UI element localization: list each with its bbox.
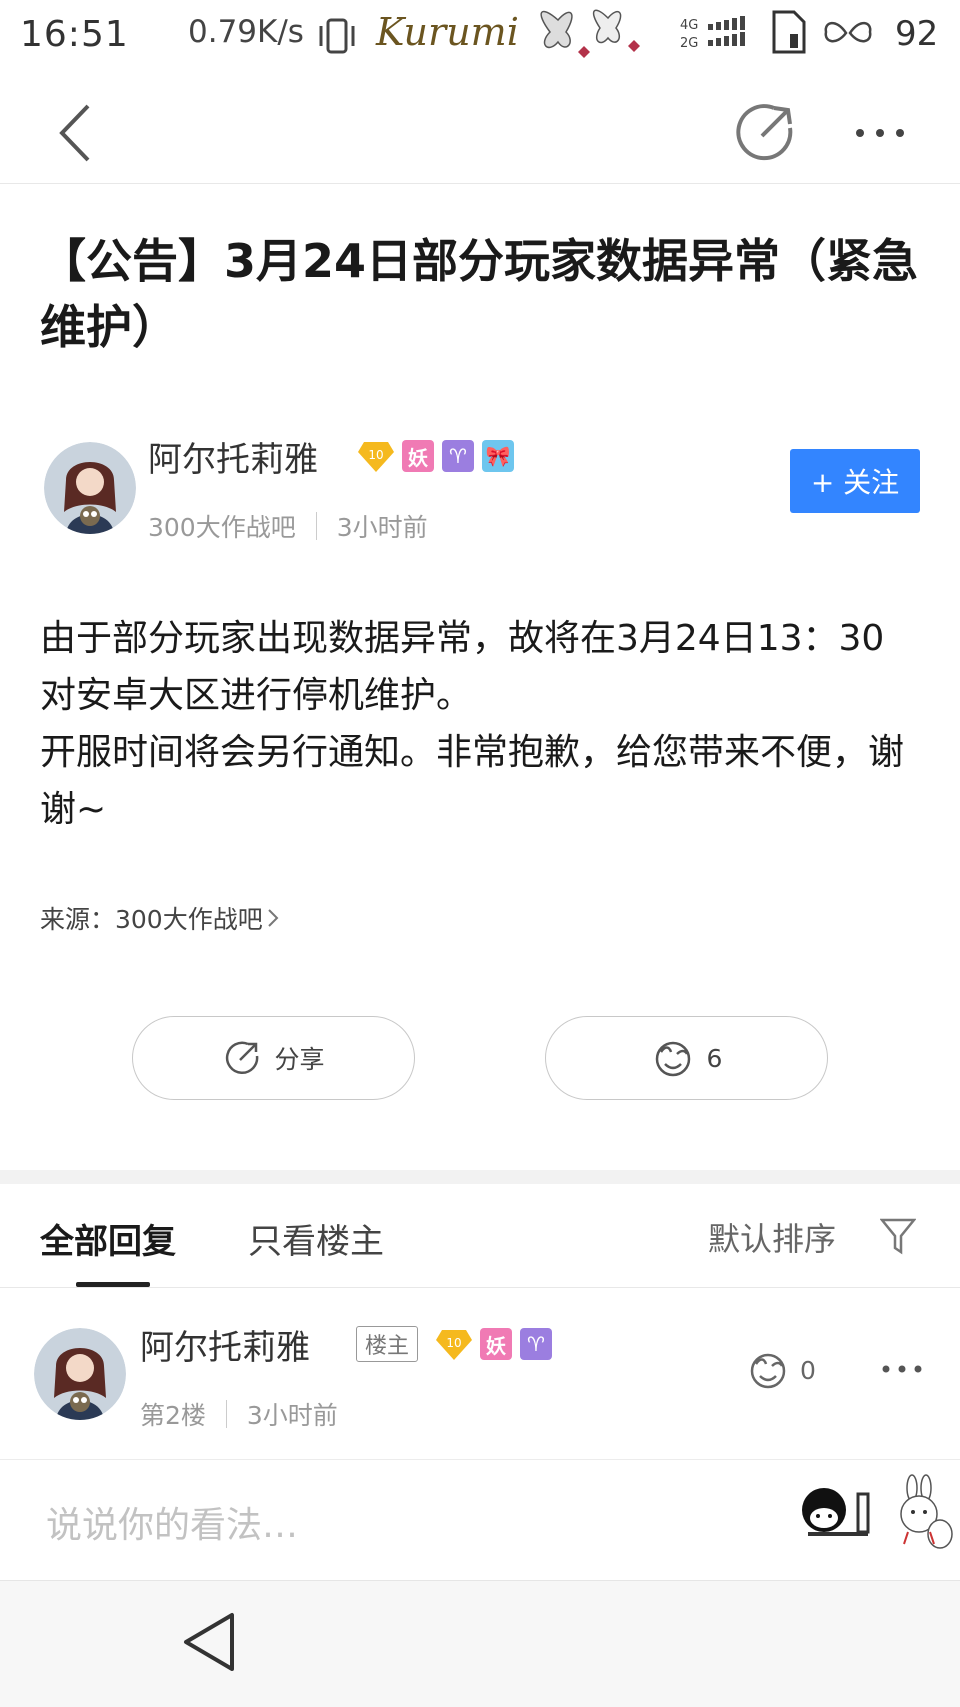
tab-all-replies[interactable]: 全部回复 xyxy=(40,1214,176,1263)
aries-badge: ♈ xyxy=(442,440,474,472)
thumbs-up-face-icon xyxy=(655,1041,690,1077)
post-title: 【公告】3月24日部分玩家数据异常（紧急维护） xyxy=(40,234,919,354)
reply-like-count: 0 xyxy=(800,1355,816,1385)
like-count: 6 xyxy=(706,1043,723,1073)
content-paragraph: 开服时间将会另行通知。非常抱歉，给您带来不便，谢谢~ xyxy=(40,732,905,830)
wings-icon xyxy=(822,18,874,52)
reply-author-name[interactable]: 阿尔托莉雅 xyxy=(140,1320,310,1369)
like-button[interactable]: 6 xyxy=(545,1016,828,1100)
signal-icon: 4G 2G xyxy=(680,14,760,58)
meta-divider xyxy=(225,1400,227,1428)
reply-badges: 楼主 10 妖 ♈ xyxy=(356,1326,553,1362)
reply-item: 阿尔托莉雅 楼主 10 妖 ♈ 第2楼 3小时前 0 xyxy=(0,1290,960,1460)
level-badge: 10 xyxy=(358,440,394,472)
aries-badge: ♈ xyxy=(520,1328,553,1360)
tab-op-only[interactable]: 只看楼主 xyxy=(248,1214,384,1263)
sim-icon xyxy=(770,10,806,58)
share-button[interactable]: 分享 xyxy=(132,1016,415,1100)
network-speed: 0.79K/s xyxy=(188,14,304,50)
network-bottom-label: 2G xyxy=(680,36,698,51)
status-time: 16:51 xyxy=(20,14,129,55)
share-icon[interactable] xyxy=(730,98,800,168)
system-navigation-bar xyxy=(0,1580,960,1707)
network-top-label: 4G xyxy=(680,18,698,33)
source-link[interactable]: 来源：300大作战吧 xyxy=(40,900,283,936)
brand-logo: Kurumi xyxy=(376,10,519,54)
reply-time: 3小时前 xyxy=(246,1401,338,1430)
comment-input[interactable]: 说说你的看法… xyxy=(46,1496,298,1548)
floor-number: 第2楼 xyxy=(140,1401,206,1430)
butterfly-icon xyxy=(530,2,660,72)
content-paragraph: 由于部分玩家出现数据异常，故将在3月24日13：30对安卓大区进行停机维护。 xyxy=(40,618,885,716)
follow-button[interactable]: + 关注 xyxy=(790,449,920,513)
top-navigation xyxy=(0,78,960,184)
battery-level: 92 xyxy=(895,14,939,54)
comment-bar: 说说你的看法… xyxy=(0,1460,960,1580)
bow-badge: 🎀 xyxy=(482,440,514,472)
more-options-icon[interactable] xyxy=(850,108,910,158)
yao-tag-badge: 妖 xyxy=(402,440,434,472)
sort-dropdown[interactable]: 默认排序 xyxy=(708,1214,836,1260)
level-number: 10 xyxy=(446,1336,461,1350)
author-meta: 300大作战吧 3小时前 xyxy=(148,508,428,544)
author-avatar[interactable] xyxy=(44,442,136,534)
back-icon[interactable] xyxy=(54,98,114,168)
reply-like-button[interactable]: 0 xyxy=(746,1350,816,1390)
status-bar: 16:51 0.79K/s Kurumi 4G 2G 92 xyxy=(0,0,960,78)
share-label: 分享 xyxy=(274,1045,325,1074)
post-content: 由于部分玩家出现数据异常，故将在3月24日13：30对安卓大区进行停机维护。 开… xyxy=(40,610,920,838)
meme-emoji-icon[interactable] xyxy=(798,1480,878,1554)
vibrate-icon xyxy=(316,16,358,60)
filter-icon[interactable] xyxy=(879,1216,917,1260)
forum-name[interactable]: 300大作战吧 xyxy=(148,508,296,544)
author-name[interactable]: 阿尔托莉雅 xyxy=(148,432,318,481)
yao-tag-badge: 妖 xyxy=(480,1328,513,1360)
rabbit-sticker-icon[interactable] xyxy=(890,1474,956,1558)
op-tag: 楼主 xyxy=(356,1326,419,1362)
section-divider xyxy=(0,1170,960,1184)
author-badges: 10 妖 ♈ 🎀 xyxy=(358,440,514,472)
reply-tabs: 全部回复 只看楼主 默认排序 xyxy=(0,1184,960,1288)
meta-divider xyxy=(315,512,317,540)
source-label: 来源：300大作战吧 xyxy=(40,905,263,934)
reply-meta: 第2楼 3小时前 xyxy=(140,1396,338,1432)
reply-avatar[interactable] xyxy=(34,1328,126,1420)
share-icon xyxy=(226,1041,259,1075)
level-badge: 10 xyxy=(436,1328,473,1360)
system-back-icon[interactable] xyxy=(180,1609,240,1679)
more-options-icon[interactable] xyxy=(880,1354,924,1388)
level-number: 10 xyxy=(368,448,383,462)
active-tab-indicator xyxy=(76,1282,150,1287)
chevron-right-icon xyxy=(268,909,279,927)
post-time: 3小时前 xyxy=(336,513,428,542)
thumbs-up-face-icon xyxy=(750,1353,786,1389)
